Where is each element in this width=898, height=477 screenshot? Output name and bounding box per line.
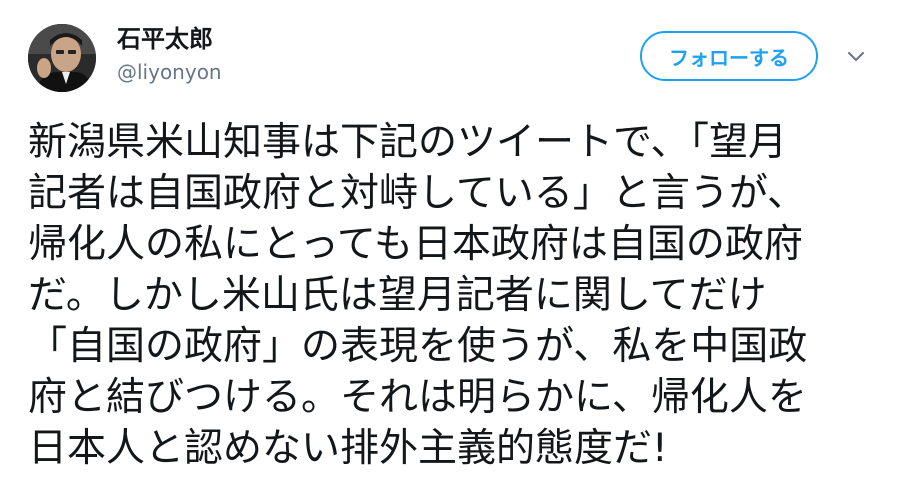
- chevron-down-icon[interactable]: [843, 46, 869, 68]
- display-name[interactable]: 石平太郎: [117, 22, 213, 56]
- tweet-line: だ。しかし米山氏は望月記者に関してだけ: [28, 273, 767, 318]
- follow-button[interactable]: フォローする: [640, 31, 818, 81]
- tweet-line: 新潟県米山知事は下記のツイートで、「望月: [28, 120, 787, 165]
- tweet-line: 「自国の政府」の表現を使うが、私を中国政: [28, 324, 808, 369]
- tweet-line: 日本人と認めない排外主義的態度だ!: [28, 426, 668, 471]
- tweet-line: 帰化人の私にとっても日本政府は自国の政府: [28, 222, 803, 267]
- user-handle[interactable]: @liyonyon: [117, 58, 222, 86]
- tweet-text: 新潟県米山知事は下記のツイートで、「望月 記者は自国政府と対峙している」と言うが…: [28, 117, 878, 474]
- avatar-photo: [28, 24, 96, 92]
- avatar[interactable]: [28, 24, 96, 92]
- tweet-line: 府と結びつける。それは明らかに、帰化人を: [28, 375, 807, 420]
- tweet-line: 記者は自国政府と対峙している」と言うが、: [28, 171, 807, 216]
